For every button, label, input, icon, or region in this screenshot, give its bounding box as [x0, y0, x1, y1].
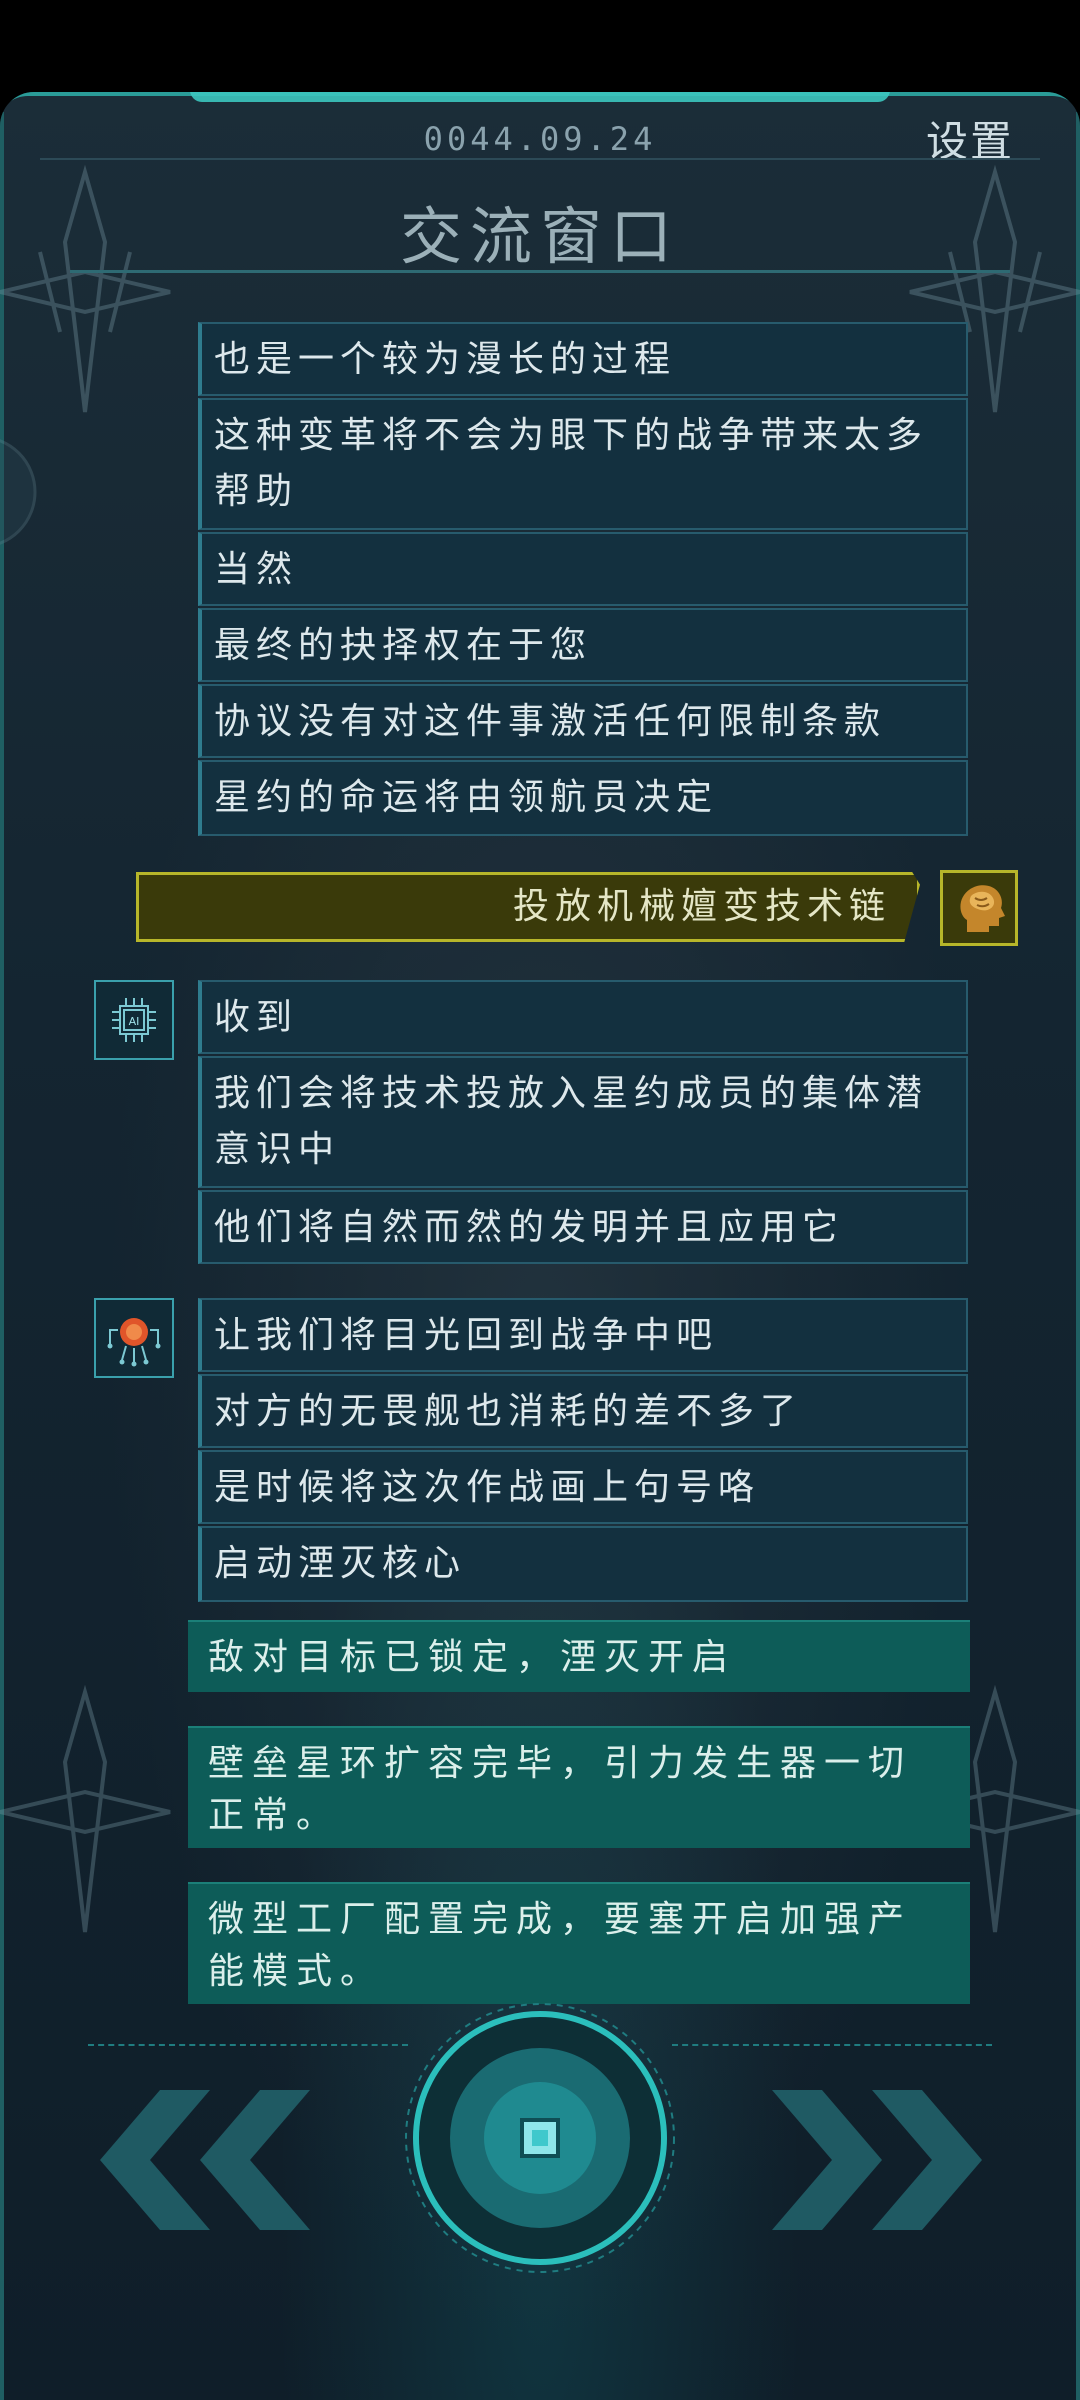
system-notice: 微型工厂配置完成，要塞开启加强产能模式。 [188, 1882, 970, 2004]
panel-frame-glow [190, 92, 890, 102]
title-divider [70, 270, 1010, 273]
message-text: 协议没有对这件事激活任何限制条款 [214, 701, 887, 742]
message-item: 最终的抉择权在于您 [198, 608, 968, 682]
message-text: 我们会将技术投放入星约成员的集体潜意识中 [214, 1073, 929, 1170]
ai-chip-label: AI [129, 1015, 140, 1028]
message-item: 收到 [198, 980, 968, 1054]
message-text: 让我们将目光回到战争中吧 [214, 1315, 719, 1356]
status-bar-area [0, 0, 1080, 92]
background-ship-bottom-left [0, 1684, 171, 1933]
message-text: 最终的抉择权在于您 [214, 625, 593, 666]
message-item: 当然 [198, 532, 968, 606]
message-text: 对方的无畏舰也消耗的差不多了 [214, 1391, 803, 1432]
message-item: 对方的无畏舰也消耗的差不多了 [198, 1374, 968, 1448]
panel-frame-right [1076, 112, 1080, 2400]
ai-chip-icon: AI [112, 998, 156, 1042]
message-text: 收到 [214, 997, 299, 1038]
message-item: 他们将自然而然的发明并且应用它 [198, 1190, 968, 1264]
message-item: 我们会将技术投放入星约成员的集体潜意识中 [198, 1056, 968, 1188]
control-divider-left [88, 2044, 408, 2046]
message-item: 协议没有对这件事激活任何限制条款 [198, 684, 968, 758]
message-item: 让我们将目光回到战争中吧 [198, 1298, 968, 1372]
double-chevron-left-icon[interactable] [100, 2080, 330, 2240]
message-text: 他们将自然而然的发明并且应用它 [214, 1207, 845, 1248]
circuit-head-icon [107, 1318, 161, 1367]
system-notice: 壁垒星环扩容完毕，引力发生器一切正常。 [188, 1726, 970, 1848]
message-text: 也是一个较为漫长的过程 [214, 339, 677, 380]
message-item: 星约的命运将由领航员决定 [198, 760, 968, 836]
double-chevron-right-icon[interactable] [752, 2080, 982, 2240]
ai-avatar: AI [94, 980, 174, 1060]
message-item: 这种变革将不会为眼下的战争带来太多帮助 [198, 398, 968, 530]
message-text: 这种变革将不会为眼下的战争带来太多帮助 [214, 415, 929, 512]
message-text: 星约的命运将由领航员决定 [214, 777, 719, 818]
message-text: 当然 [214, 549, 299, 590]
header-divider [40, 158, 1040, 160]
control-divider-right [672, 2044, 992, 2046]
page-title: 交流窗口 [399, 200, 680, 273]
core-button-icon[interactable] [402, 2000, 678, 2276]
player-avatar [940, 870, 1018, 946]
background-planet [0, 439, 37, 545]
message-item: 也是一个较为漫长的过程 [198, 322, 968, 396]
message-item: 启动湮灭核心 [198, 1526, 968, 1602]
system-notice: 敌对目标已锁定，湮灭开启 [188, 1620, 970, 1692]
commander-avatar [94, 1298, 174, 1378]
game-date: 0044.09.24 [423, 120, 657, 158]
brain-head-icon [960, 885, 1005, 932]
message-item: 是时候将这次作战画上句号咯 [198, 1450, 968, 1524]
message-text: 启动湮灭核心 [214, 1543, 467, 1584]
player-choice-bubble: 投放机械嬗变技术链 [136, 872, 920, 942]
message-text: 是时候将这次作战画上句号咯 [214, 1467, 761, 1508]
